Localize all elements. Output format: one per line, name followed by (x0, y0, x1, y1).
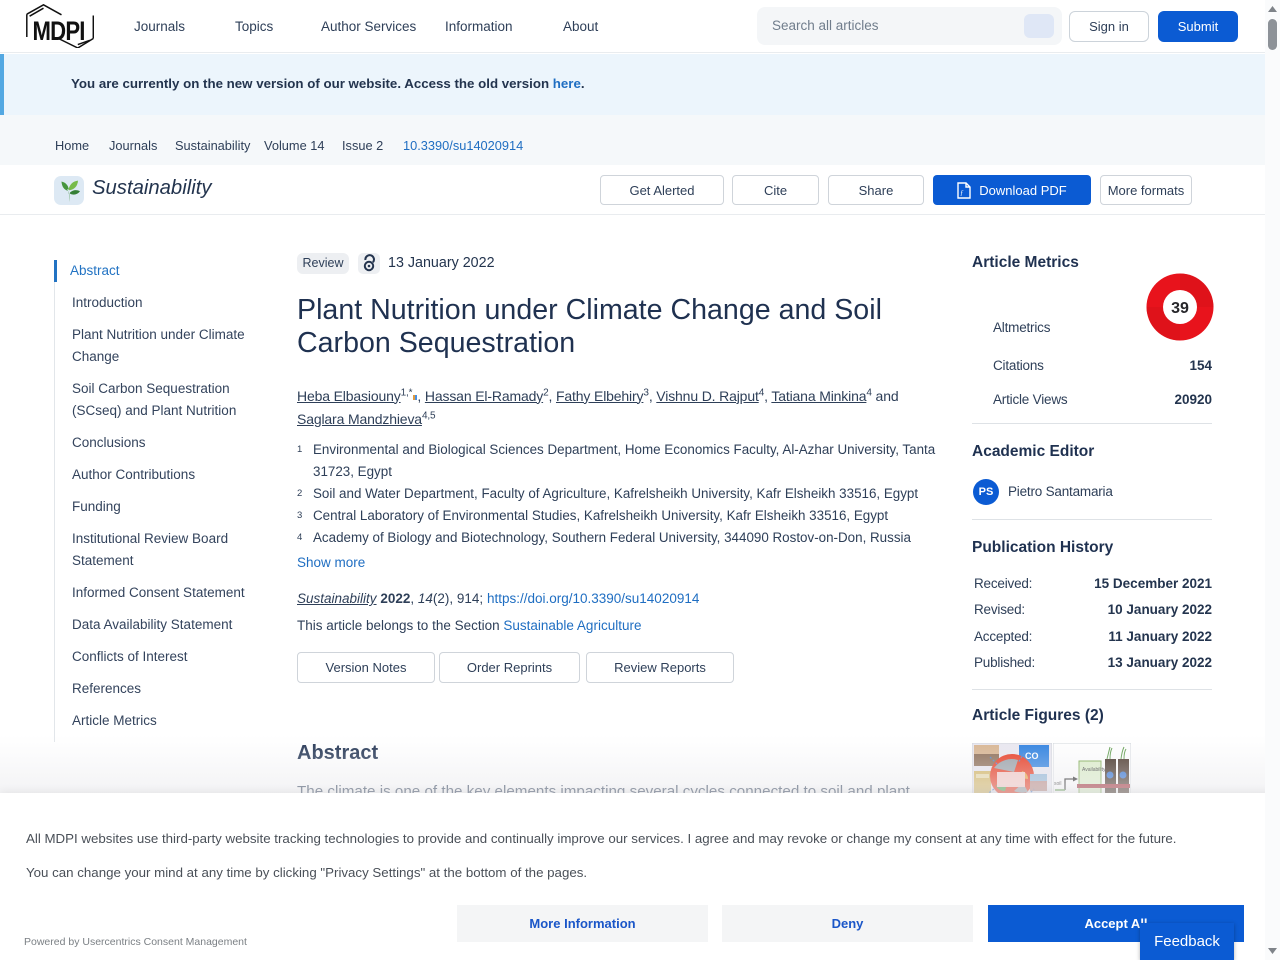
svg-text:MDPI: MDPI (33, 17, 85, 47)
svg-text:ƒ: ƒ (960, 189, 964, 197)
svg-text:39: 39 (1171, 300, 1189, 317)
